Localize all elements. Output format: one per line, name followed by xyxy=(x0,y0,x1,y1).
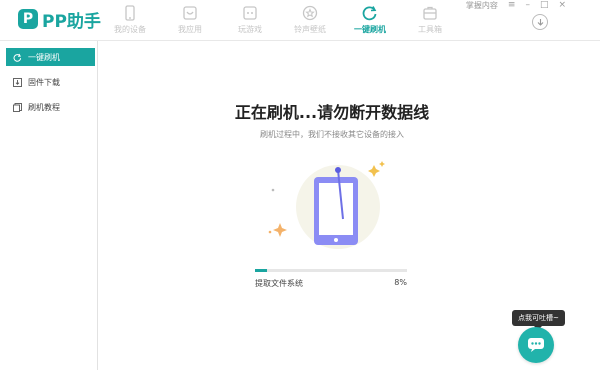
main-nav: 我的设备 我应用 玩游戏 铃声壁纸 一键刷机 工具箱 xyxy=(100,0,460,40)
sidebar-item-label: 固件下载 xyxy=(28,77,60,87)
maximize-button[interactable]: □ xyxy=(540,0,549,10)
nav-games[interactable]: 玩游戏 xyxy=(220,0,280,40)
star-icon xyxy=(302,5,318,21)
nav-my-apps[interactable]: 我应用 xyxy=(160,0,220,40)
feedback-link[interactable]: 掌握内容 xyxy=(466,0,498,11)
nav-label: 我的设备 xyxy=(114,25,146,34)
chat-bubble-icon xyxy=(528,338,544,352)
progress-percent: 8% xyxy=(394,278,407,287)
sparkle-icon xyxy=(273,223,287,237)
nav-toolbox[interactable]: 工具箱 xyxy=(400,0,460,40)
progress-fill xyxy=(255,269,268,272)
sidebar-item-tutorial[interactable]: 刷机教程 xyxy=(6,98,95,116)
sidebar-item-flash[interactable]: 一键刷机 xyxy=(6,48,95,66)
nav-flash[interactable]: 一键刷机 xyxy=(340,0,400,40)
page-title: 正在刷机...请勿断开数据线 xyxy=(234,103,430,122)
dot-decoration xyxy=(268,230,272,234)
window-controls: 掌握内容 ≡ – □ × xyxy=(466,0,566,10)
logo-text: PP助手 xyxy=(42,11,101,32)
nav-label: 工具箱 xyxy=(418,25,442,34)
refresh-icon xyxy=(13,53,22,62)
progress-track xyxy=(255,269,407,272)
cable-tip xyxy=(335,167,341,173)
sparkle-icon xyxy=(368,165,380,177)
nav-ringtones[interactable]: 铃声壁纸 xyxy=(280,0,340,40)
document-icon xyxy=(13,102,22,112)
page-subtitle: 刷机过程中，我们不接收其它设备的接入 xyxy=(260,130,404,139)
gamepad-icon xyxy=(243,6,257,20)
sparkle-icon xyxy=(379,161,385,167)
sidebar-item-label: 刷机教程 xyxy=(28,102,60,112)
phone-screen xyxy=(319,183,353,235)
phone-home-button xyxy=(334,238,338,242)
sidebar: 一键刷机 固件下载 刷机教程 xyxy=(0,41,98,370)
menu-button[interactable]: ≡ xyxy=(508,0,516,10)
nav-label: 我应用 xyxy=(178,25,202,34)
top-bar: P PP助手 我的设备 我应用 玩游戏 铃声壁纸 一键刷机 工具箱 掌握内容 ≡… xyxy=(0,0,600,41)
progress-info: 提取文件系统 8% xyxy=(255,278,407,289)
toolbox-icon xyxy=(423,6,437,20)
chat-tooltip: 点我可吐槽~ xyxy=(512,310,565,330)
progress-label: 提取文件系统 xyxy=(255,279,303,288)
app-logo: P PP助手 xyxy=(18,8,101,32)
refresh-icon xyxy=(362,6,377,21)
dot-decoration xyxy=(271,188,275,192)
sidebar-item-firmware[interactable]: 固件下载 xyxy=(6,73,95,91)
pp-assistant-window: P PP助手 我的设备 我应用 玩游戏 铃声壁纸 一键刷机 工具箱 掌握内容 ≡… xyxy=(0,0,600,370)
logo-mark: P xyxy=(18,9,38,29)
flash-progress: 提取文件系统 8% xyxy=(255,269,407,289)
app-icon xyxy=(183,6,197,20)
nav-label: 玩游戏 xyxy=(238,25,262,34)
download-icon[interactable] xyxy=(532,14,548,30)
phone-icon xyxy=(125,5,135,21)
nav-my-device[interactable]: 我的设备 xyxy=(100,0,160,40)
chat-button[interactable] xyxy=(518,327,554,363)
nav-label: 一键刷机 xyxy=(354,25,386,34)
sidebar-item-label: 一键刷机 xyxy=(28,52,60,62)
flashing-phone-illustration xyxy=(268,161,385,249)
minimize-button[interactable]: – xyxy=(525,0,530,10)
nav-label: 铃声壁纸 xyxy=(294,25,326,34)
close-button[interactable]: × xyxy=(558,0,566,10)
download-icon xyxy=(13,77,22,87)
